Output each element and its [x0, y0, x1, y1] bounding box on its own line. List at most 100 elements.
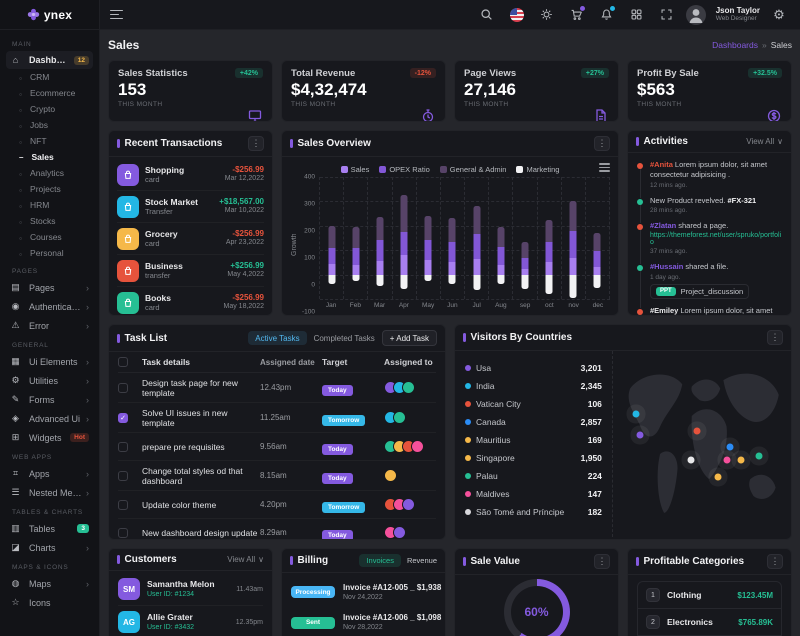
map-marker-icon[interactable] — [727, 443, 734, 450]
sidebar-item[interactable]: Jobs — [6, 117, 93, 133]
map-marker-icon[interactable] — [723, 456, 730, 463]
category-row[interactable]: 1 Clothing $123.45M — [638, 582, 781, 609]
sidebar-item[interactable]: WEB APPS — [8, 454, 91, 461]
sidebar-item[interactable]: ☆ Icons — [6, 593, 93, 612]
activity-tag[interactable]: #FX-321 — [727, 196, 756, 205]
tab-invoices[interactable]: Invoices — [359, 554, 401, 567]
sidebar-item[interactable]: ⌗ Apps › — [6, 464, 93, 483]
transaction-row[interactable]: Grocery card -$256.99 Apr 23,2022 — [117, 223, 264, 255]
sidebar-item[interactable]: Courses — [6, 229, 93, 245]
tab-active-tasks[interactable]: Active Tasks — [248, 331, 306, 345]
legend-item[interactable]: OPEX Ratio — [379, 165, 429, 174]
sidebar-item[interactable]: ⚠ Error › — [6, 316, 93, 335]
transaction-row[interactable]: Stock Market Transfer +$18,567.00 Mar 10… — [117, 191, 264, 223]
sidebar-item[interactable]: MAIN — [8, 41, 91, 48]
theme-toggle-icon[interactable] — [536, 4, 558, 26]
sidebar-item[interactable]: ⚙ Utilities › — [6, 371, 93, 390]
chart-menu-icon[interactable] — [599, 163, 610, 172]
transaction-row[interactable]: Books card -$256.99 May 18,2022 — [117, 287, 264, 316]
activity-user[interactable]: #Emiley — [650, 306, 678, 315]
view-all-link[interactable]: View All∨ — [227, 555, 264, 564]
task-checkbox[interactable] — [118, 528, 128, 538]
task-checkbox[interactable] — [118, 383, 128, 393]
legend-item[interactable]: General & Admin — [440, 165, 507, 174]
chart-bar-Jan[interactable] — [320, 177, 344, 299]
legend-item[interactable]: Marketing — [516, 165, 559, 174]
chart-bar-sep[interactable] — [513, 177, 537, 299]
settings-gear-icon[interactable]: ⚙ — [768, 4, 790, 26]
show-full-stats-link[interactable]: Show full stats› — [464, 119, 525, 122]
transaction-row[interactable]: Shopping card -$256.99 Mar 12,2022 — [117, 159, 264, 191]
transaction-row[interactable]: Business transfer +$256.99 May 4,2022 — [117, 255, 264, 287]
options-dots-icon[interactable]: ⋮ — [767, 554, 783, 569]
task-checkbox[interactable] — [118, 413, 128, 423]
chart-bar-May[interactable] — [417, 177, 441, 299]
category-row[interactable]: 2 Electronics $765.89K — [638, 609, 781, 636]
chart-bar-Aug[interactable] — [489, 177, 513, 299]
tab-completed-tasks[interactable]: Completed Tasks — [314, 334, 375, 343]
sidebar-item[interactable]: Analytics — [6, 165, 93, 181]
show-full-stats-link[interactable]: Show full stats› — [291, 119, 352, 122]
map-marker-icon[interactable] — [633, 411, 640, 418]
cart-icon[interactable] — [566, 4, 588, 26]
menu-toggle-icon[interactable] — [110, 10, 123, 20]
sidebar-item[interactable]: GENERAL — [8, 342, 91, 349]
activity-user[interactable]: #Hussain — [650, 262, 683, 271]
tab-revenue[interactable]: Revenue — [407, 556, 437, 565]
sidebar-item[interactable]: ▥ Tables 3 — [6, 519, 93, 538]
sidebar-item[interactable]: Projects — [6, 181, 93, 197]
options-dots-icon[interactable]: ⋮ — [767, 330, 783, 345]
activity-file-chip[interactable]: PPT Project_discussion — [650, 284, 749, 299]
sidebar-item[interactable]: ⌂ Dashboards 12 — [6, 51, 93, 69]
apps-grid-icon[interactable] — [626, 4, 648, 26]
map-marker-icon[interactable] — [693, 428, 700, 435]
sidebar-item[interactable]: Ecommerce — [6, 85, 93, 101]
logo[interactable]: ynex — [0, 0, 99, 30]
legend-item[interactable]: Sales — [341, 165, 370, 174]
options-dots-icon[interactable]: ⋮ — [594, 136, 610, 151]
sidebar-item[interactable]: ◍ Maps › — [6, 574, 93, 593]
language-flag-icon[interactable] — [506, 4, 528, 26]
sidebar-item[interactable]: ☰ Nested Menu › — [6, 483, 93, 502]
task-checkbox[interactable] — [118, 471, 128, 481]
activity-user[interactable]: #Anita — [650, 160, 673, 169]
sidebar-item[interactable]: TABLES & CHARTS — [8, 509, 91, 516]
sidebar-item[interactable]: NFT — [6, 133, 93, 149]
invoice-row[interactable]: Processing Invoice #A12-005 _ $1,938 Nov… — [291, 577, 436, 607]
chart-bar-dec[interactable] — [586, 177, 610, 299]
map-marker-icon[interactable] — [755, 453, 762, 460]
select-all-checkbox[interactable] — [118, 357, 128, 367]
breadcrumb-parent[interactable]: Dashboards — [712, 40, 758, 50]
sidebar-item[interactable]: ⊞ Widgets Hot — [6, 428, 93, 447]
chart-bar-oct[interactable] — [538, 177, 562, 299]
show-full-stats-link[interactable]: Show full stats› — [118, 119, 179, 122]
map-marker-icon[interactable] — [738, 456, 745, 463]
add-task-button[interactable]: + Add Task — [382, 330, 437, 346]
customer-row[interactable]: SM Samantha Melon User ID: #1234 11.43am — [118, 573, 263, 606]
chart-bar-Jul[interactable] — [465, 177, 489, 299]
show-full-stats-link[interactable]: Show full stats› — [637, 119, 698, 122]
invoice-row[interactable]: Sent Invoice #A12-006 _ $1,098 Nov 28,20… — [291, 607, 436, 636]
map-marker-icon[interactable] — [636, 432, 643, 439]
map-marker-icon[interactable] — [714, 474, 721, 481]
options-dots-icon[interactable]: ⋮ — [594, 554, 610, 569]
user-info[interactable]: Json Taylor Web Designer — [716, 7, 760, 23]
search-icon[interactable] — [476, 4, 498, 26]
chart-bar-Feb[interactable] — [344, 177, 368, 299]
sidebar-item[interactable]: HRM — [6, 197, 93, 213]
options-dots-icon[interactable]: ⋮ — [248, 136, 264, 151]
user-avatar[interactable] — [686, 5, 706, 25]
customer-row[interactable]: AG Allie Grater User ID: #3432 12.35pm — [118, 606, 263, 636]
chart-bar-Jun[interactable] — [441, 177, 465, 299]
sidebar-item[interactable]: ◈ Advanced Ui › — [6, 409, 93, 428]
activity-link[interactable]: https://themeforest.net/user/spruko/port… — [650, 232, 782, 246]
sidebar-item[interactable]: Personal — [6, 245, 93, 261]
sidebar-item[interactable]: Sales — [6, 149, 93, 165]
sidebar-item[interactable]: ▤ Pages › — [6, 278, 93, 297]
sidebar-item[interactable]: CRM — [6, 69, 93, 85]
task-checkbox[interactable] — [118, 442, 128, 452]
sidebar-item[interactable]: ◪ Charts › — [6, 538, 93, 557]
chart-bar-nov[interactable] — [562, 177, 586, 299]
view-all-link[interactable]: View All∨ — [746, 137, 783, 146]
sidebar-item[interactable]: ▦ Ui Elements › — [6, 352, 93, 371]
